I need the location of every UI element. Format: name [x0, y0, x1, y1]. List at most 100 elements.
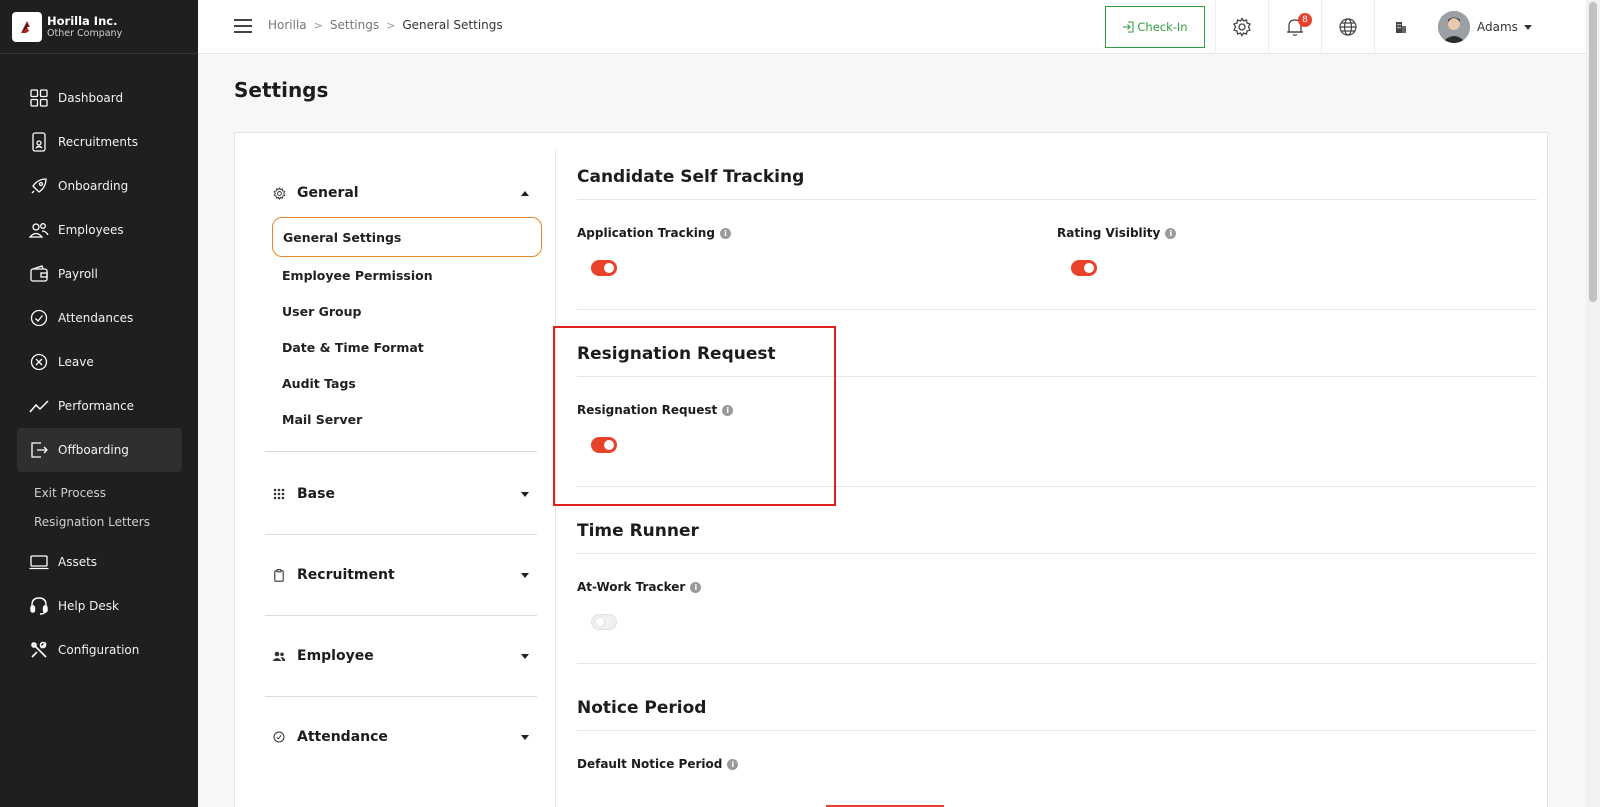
settings-menu: General General Settings Employee Permis…	[265, 169, 542, 777]
login-icon	[1123, 21, 1134, 33]
sidebar-item-offboarding[interactable]: Offboarding	[17, 428, 182, 472]
sidebar-item-performance[interactable]: Performance	[17, 384, 182, 428]
menu-group-general[interactable]: General	[265, 169, 537, 217]
section-title: Time Runner	[577, 487, 1537, 554]
gear-icon	[1233, 17, 1251, 37]
chevron-down-icon	[521, 734, 529, 740]
laptop-icon	[29, 552, 49, 572]
sidebar-subitem-resignation-letters[interactable]: Resignation Letters	[17, 507, 182, 536]
check-in-label: Check-In	[1137, 20, 1188, 34]
sidebar-item-label: Attendances	[58, 311, 134, 325]
sidebar-item-label: Offboarding	[58, 443, 129, 457]
resignation-request-toggle[interactable]	[591, 437, 617, 453]
section-time-runner: Time Runner At-Work Tracker i	[577, 487, 1537, 664]
sidebar: Horilla Inc. Other Company Dashboard Rec…	[0, 0, 198, 807]
menu-item-employee-permission[interactable]: Employee Permission	[265, 257, 537, 293]
menu-group-attendance[interactable]: Attendance	[265, 713, 537, 761]
info-icon[interactable]: i	[722, 404, 734, 416]
info-icon[interactable]: i	[719, 227, 731, 239]
sidebar-item-label: Assets	[58, 555, 98, 569]
sidebar-item-payroll[interactable]: Payroll	[17, 252, 182, 296]
user-menu[interactable]: Adams	[1438, 11, 1532, 43]
field-label: Default Notice Period	[577, 757, 723, 771]
info-icon[interactable]: i	[1165, 227, 1177, 239]
field-default-notice-period: Default Notice Period i	[577, 757, 1065, 791]
recruitment-icon	[29, 132, 49, 152]
menu-group-recruitment[interactable]: Recruitment	[265, 551, 537, 599]
menu-item-mail-server[interactable]: Mail Server	[265, 401, 537, 437]
scrollbar[interactable]	[1586, 0, 1600, 807]
menu-item-audit-tags[interactable]: Audit Tags	[265, 365, 537, 401]
settings-button[interactable]	[1215, 0, 1268, 54]
chevron-down-icon	[521, 491, 529, 497]
application-tracking-toggle[interactable]	[591, 260, 617, 276]
sidebar-item-label: Help Desk	[58, 599, 119, 613]
menu-toggle-icon[interactable]	[234, 19, 252, 33]
at-work-tracker-toggle[interactable]	[591, 614, 617, 630]
company-logo-icon	[12, 11, 42, 42]
sidebar-item-assets[interactable]: Assets	[17, 540, 182, 584]
company-name: Horilla Inc.	[47, 13, 118, 28]
sidebar-item-label: Configuration	[58, 643, 140, 657]
menu-group-base-wrap: Base	[265, 451, 537, 534]
sidebar-item-recruitments[interactable]: Recruitments	[17, 120, 182, 164]
breadcrumb-separator-icon: >	[386, 18, 396, 32]
rating-visibility-toggle[interactable]	[1071, 260, 1097, 276]
field-application-tracking: Application Tracking i	[577, 226, 1057, 309]
sidebar-item-label: Leave	[58, 355, 94, 369]
breadcrumb-settings[interactable]: Settings	[330, 18, 379, 32]
breadcrumb-home[interactable]: Horilla	[268, 18, 307, 32]
menu-item-date-time-format[interactable]: Date & Time Format	[265, 329, 537, 365]
check-circle-icon	[271, 731, 287, 743]
check-in-button[interactable]: Check-In	[1105, 6, 1205, 48]
people-icon	[271, 651, 287, 662]
sidebar-item-dashboard[interactable]: Dashboard	[17, 76, 182, 120]
scrollbar-thumb[interactable]	[1589, 2, 1597, 302]
building-icon	[1396, 22, 1406, 33]
rocket-icon	[29, 176, 49, 196]
notifications-button[interactable]: 8	[1268, 0, 1321, 54]
sidebar-nav: Dashboard Recruitments Onboarding Employ…	[17, 76, 182, 672]
menu-group-label: Recruitment	[297, 567, 395, 583]
settings-panel: Candidate Self Tracking Application Trac…	[577, 133, 1537, 791]
breadcrumb-current: General Settings	[402, 18, 503, 32]
gear-icon	[271, 186, 287, 200]
sidebar-item-leave[interactable]: Leave	[17, 340, 182, 384]
menu-group-employee[interactable]: Employee	[265, 632, 537, 680]
exit-icon	[29, 440, 49, 460]
trend-icon	[29, 396, 49, 416]
chevron-down-icon	[1523, 24, 1532, 30]
notification-count-badge: 8	[1298, 13, 1312, 27]
sidebar-item-label: Onboarding	[58, 179, 129, 193]
sidebar-item-employees[interactable]: Employees	[17, 208, 182, 252]
section-notice-period: Notice Period Default Notice Period i	[577, 664, 1537, 791]
field-label: Resignation Request	[577, 403, 718, 417]
section-candidate-self-tracking: Candidate Self Tracking Application Trac…	[577, 133, 1537, 310]
info-icon[interactable]: i	[727, 758, 739, 770]
menu-group-label: Employee	[297, 648, 374, 664]
sidebar-item-attendances[interactable]: Attendances	[17, 296, 182, 340]
breadcrumb-separator-icon: >	[313, 18, 323, 32]
sidebar-subitem-exit-process[interactable]: Exit Process	[17, 478, 182, 507]
menu-item-user-group[interactable]: User Group	[265, 293, 537, 329]
sidebar-item-help-desk[interactable]: Help Desk	[17, 584, 182, 628]
section-title: Candidate Self Tracking	[577, 133, 1537, 200]
company-subtitle: Other Company	[47, 27, 123, 39]
sidebar-item-label: Performance	[58, 399, 135, 413]
user-name: Adams	[1477, 20, 1518, 34]
field-rating-visibility: Rating Visiblity i	[1057, 226, 1537, 309]
language-button[interactable]	[1321, 0, 1374, 54]
company-switch-button[interactable]	[1374, 0, 1427, 54]
menu-group-base[interactable]: Base	[265, 470, 537, 518]
grid-icon	[271, 488, 287, 500]
info-icon[interactable]: i	[690, 581, 702, 593]
sidebar-item-onboarding[interactable]: Onboarding	[17, 164, 182, 208]
globe-icon	[1339, 18, 1357, 36]
wallet-icon	[29, 264, 49, 284]
menu-item-general-settings[interactable]: General Settings	[272, 217, 542, 257]
tools-icon	[29, 640, 49, 660]
x-circle-icon	[29, 352, 49, 372]
brand[interactable]: Horilla Inc. Other Company	[0, 0, 198, 54]
sidebar-item-configuration[interactable]: Configuration	[17, 628, 182, 672]
page-title: Settings	[234, 78, 329, 102]
